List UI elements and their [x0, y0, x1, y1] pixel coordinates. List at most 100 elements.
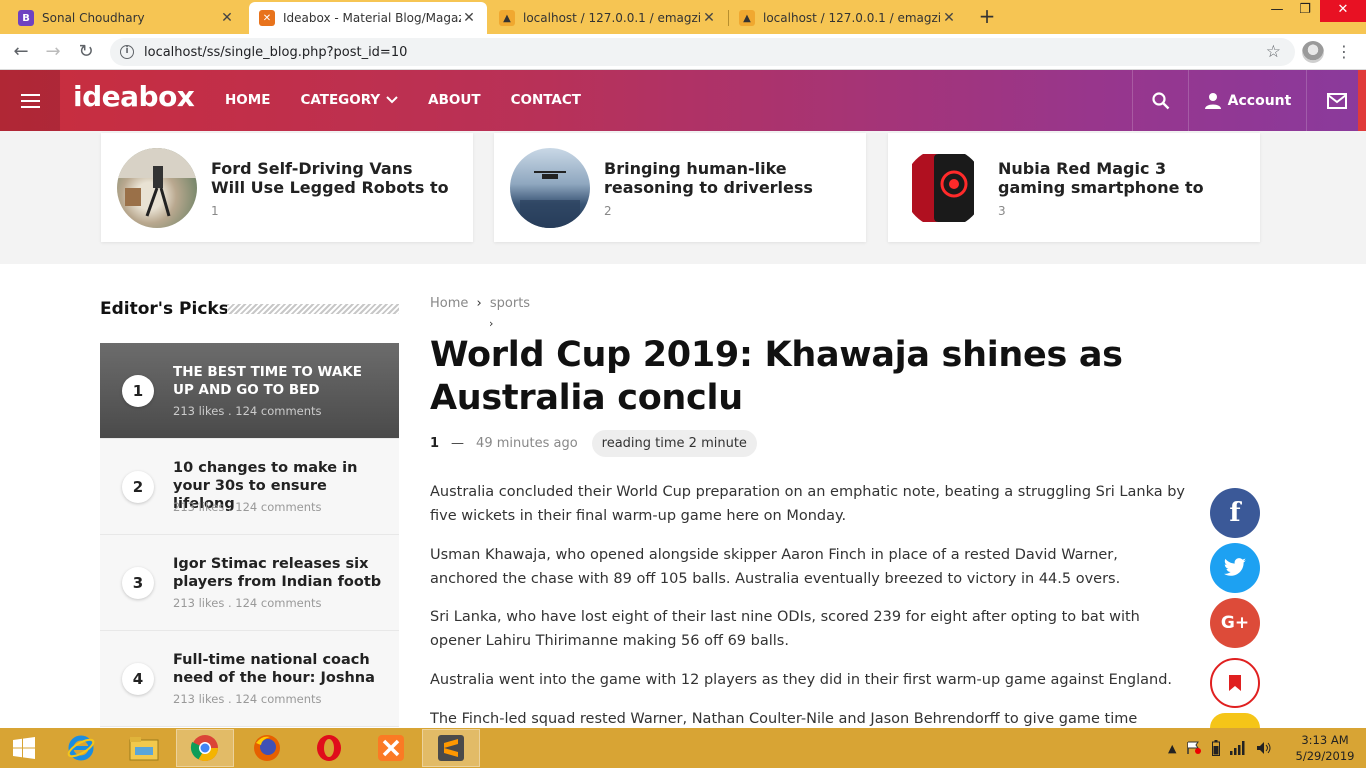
search-button[interactable] [1132, 70, 1188, 131]
close-tab-icon[interactable]: ✕ [219, 10, 235, 26]
site-header: ideabox HOME CATEGORY ABOUT CONTACT Acco… [0, 70, 1366, 131]
main-nav: HOME CATEGORY ABOUT CONTACT [225, 92, 581, 108]
emoji-reaction-button[interactable] [1210, 713, 1260, 728]
system-tray: ▲ [1168, 728, 1272, 768]
pick-number: 1 [122, 375, 154, 407]
show-hidden-icons-icon[interactable]: ▲ [1168, 742, 1176, 755]
back-arrow-icon[interactable]: ← [9, 40, 33, 64]
tab-title: localhost / 127.0.0.1 / emagzine [763, 11, 941, 25]
pick-number: 3 [122, 567, 154, 599]
nav-about[interactable]: ABOUT [428, 92, 480, 108]
internet-explorer-taskbar-icon[interactable] [52, 729, 110, 767]
nav-home[interactable]: HOME [225, 92, 270, 108]
breadcrumb-home[interactable]: Home [430, 296, 468, 311]
pick-number: 2 [122, 471, 154, 503]
browser-menu-icon[interactable]: ⋮ [1336, 40, 1352, 64]
editors-picks-title: Editor's Picks [100, 299, 229, 319]
address-bar-row: ← → ↻ i localhost/ss/single_blog.php?pos… [0, 34, 1366, 70]
nav-label: CONTACT [510, 92, 581, 108]
breadcrumb: Home › sports [430, 296, 530, 311]
close-tab-icon[interactable]: ✕ [461, 10, 477, 26]
url-input[interactable]: i localhost/ss/single_blog.php?post_id=1… [110, 38, 1295, 66]
close-tab-icon[interactable]: ✕ [941, 10, 957, 26]
featured-card[interactable]: Bringing human-like reasoning to driverl… [494, 133, 866, 242]
featured-title[interactable]: Ford Self-Driving Vans Will Use Legged R… [211, 159, 451, 197]
nav-label: HOME [225, 92, 271, 108]
featured-number: 3 [998, 204, 1006, 218]
tab-phpmyadmin-1[interactable]: ▲ localhost / 127.0.0.1 / emagzine ✕ [489, 2, 727, 34]
featured-card[interactable]: Nubia Red Magic 3 gaming smartphone to l… [888, 133, 1260, 242]
volume-icon[interactable] [1256, 741, 1272, 755]
article-time-ago: 49 minutes ago [476, 436, 578, 451]
bookmark-button[interactable] [1210, 658, 1260, 708]
sublime-text-taskbar-icon[interactable] [422, 729, 480, 767]
account-label: Account [1227, 92, 1292, 109]
site-logo[interactable]: ideabox [73, 80, 195, 113]
share-twitter-button[interactable] [1210, 543, 1260, 593]
opera-taskbar-icon[interactable] [300, 729, 358, 767]
hamburger-menu-icon[interactable] [0, 70, 60, 131]
profile-avatar[interactable] [1302, 41, 1324, 63]
featured-card[interactable]: Ford Self-Driving Vans Will Use Legged R… [101, 133, 473, 242]
tab-title: Ideabox - Material Blog/Magazin [283, 11, 461, 25]
search-icon [1151, 91, 1169, 109]
breadcrumb-separator: › [489, 317, 494, 330]
info-icon[interactable]: i [120, 45, 134, 59]
breadcrumb-separator: › [476, 296, 482, 311]
editors-pick-item[interactable]: 3 Igor Stimac releases six players from … [100, 535, 399, 631]
browser-tab-bar: B Sonal Choudhary ✕ ✕ Ideabox - Material… [0, 0, 1366, 34]
drone-city-thumbnail-image [510, 148, 590, 228]
article-author[interactable]: 1 [430, 436, 439, 451]
article-title: World Cup 2019: Khawaja shines as Austra… [430, 335, 1123, 418]
tab-phpmyadmin-2[interactable]: ▲ localhost / 127.0.0.1 / emagzine ✕ [729, 2, 967, 34]
flag-notification-icon[interactable] [1186, 741, 1202, 755]
battery-icon[interactable] [1212, 740, 1221, 756]
maximize-button[interactable]: ❐ [1290, 0, 1320, 22]
pick-meta: 213 likes . 124 comments [173, 596, 322, 610]
windows-logo-icon [13, 737, 35, 759]
url-text: localhost/ss/single_blog.php?post_id=10 [144, 44, 408, 60]
nav-category[interactable]: CATEGORY [300, 92, 398, 108]
bookmark-star-icon[interactable]: ☆ [1266, 42, 1281, 62]
minimize-button[interactable]: — [1262, 0, 1292, 22]
reload-icon[interactable]: ↻ [74, 40, 98, 64]
phpmyadmin-favicon-icon: ▲ [499, 10, 515, 26]
taskbar-clock[interactable]: 3:13 AM 5/29/2019 [1290, 732, 1360, 764]
editors-pick-item[interactable]: 1 THE BEST TIME TO WAKE UP AND GO TO BED… [100, 343, 399, 439]
user-icon [1204, 92, 1221, 109]
reading-time-badge: reading time 2 minute [591, 430, 757, 457]
breadcrumb-category[interactable]: sports [490, 296, 530, 311]
featured-title[interactable]: Nubia Red Magic 3 gaming smartphone to l… [998, 159, 1238, 197]
article-paragraph: Sri Lanka, who have lost eight of their … [430, 609, 1140, 649]
windows-start-button[interactable] [0, 728, 48, 768]
pick-title[interactable]: Full-time national coach need of the hou… [173, 651, 385, 687]
new-tab-button[interactable]: + [976, 5, 998, 27]
pick-title[interactable]: Igor Stimac releases six players from In… [173, 555, 385, 591]
close-window-button[interactable]: ✕ [1320, 0, 1366, 22]
nav-contact[interactable]: CONTACT [511, 92, 581, 108]
article-meta: 1 — 49 minutes ago reading time 2 minute [430, 430, 757, 457]
tab-ideabox[interactable]: ✕ Ideabox - Material Blog/Magazin ✕ [249, 2, 487, 34]
chrome-taskbar-icon[interactable] [176, 729, 234, 767]
pick-title[interactable]: THE BEST TIME TO WAKE UP AND GO TO BED [173, 363, 385, 399]
account-button[interactable]: Account [1188, 70, 1306, 131]
featured-title[interactable]: Bringing human-like reasoning to driverl… [604, 159, 844, 197]
editors-pick-item[interactable]: 4 Full-time national coach need of the h… [100, 631, 399, 727]
header-actions: Account [1132, 70, 1366, 131]
forward-arrow-icon[interactable]: → [41, 40, 65, 64]
file-explorer-taskbar-icon[interactable] [115, 729, 173, 767]
editors-pick-item[interactable]: 2 10 changes to make in your 30s to ensu… [100, 439, 399, 535]
phone-thumbnail-image [904, 148, 984, 228]
network-signal-icon[interactable] [1230, 741, 1246, 755]
xampp-favicon-icon: ✕ [259, 10, 275, 26]
main-content: Editor's Picks 1 THE BEST TIME TO WAKE U… [0, 264, 1366, 728]
close-tab-icon[interactable]: ✕ [701, 10, 717, 26]
clock-time: 3:13 AM [1301, 733, 1349, 747]
mail-button[interactable] [1306, 70, 1366, 131]
tab-sonal-choudhary[interactable]: B Sonal Choudhary ✕ [8, 2, 245, 34]
xampp-taskbar-icon[interactable] [362, 729, 420, 767]
firefox-taskbar-icon[interactable] [238, 729, 296, 767]
clock-date: 5/29/2019 [1295, 749, 1355, 763]
share-facebook-button[interactable]: f [1210, 488, 1260, 538]
share-googleplus-button[interactable]: G+ [1210, 598, 1260, 648]
